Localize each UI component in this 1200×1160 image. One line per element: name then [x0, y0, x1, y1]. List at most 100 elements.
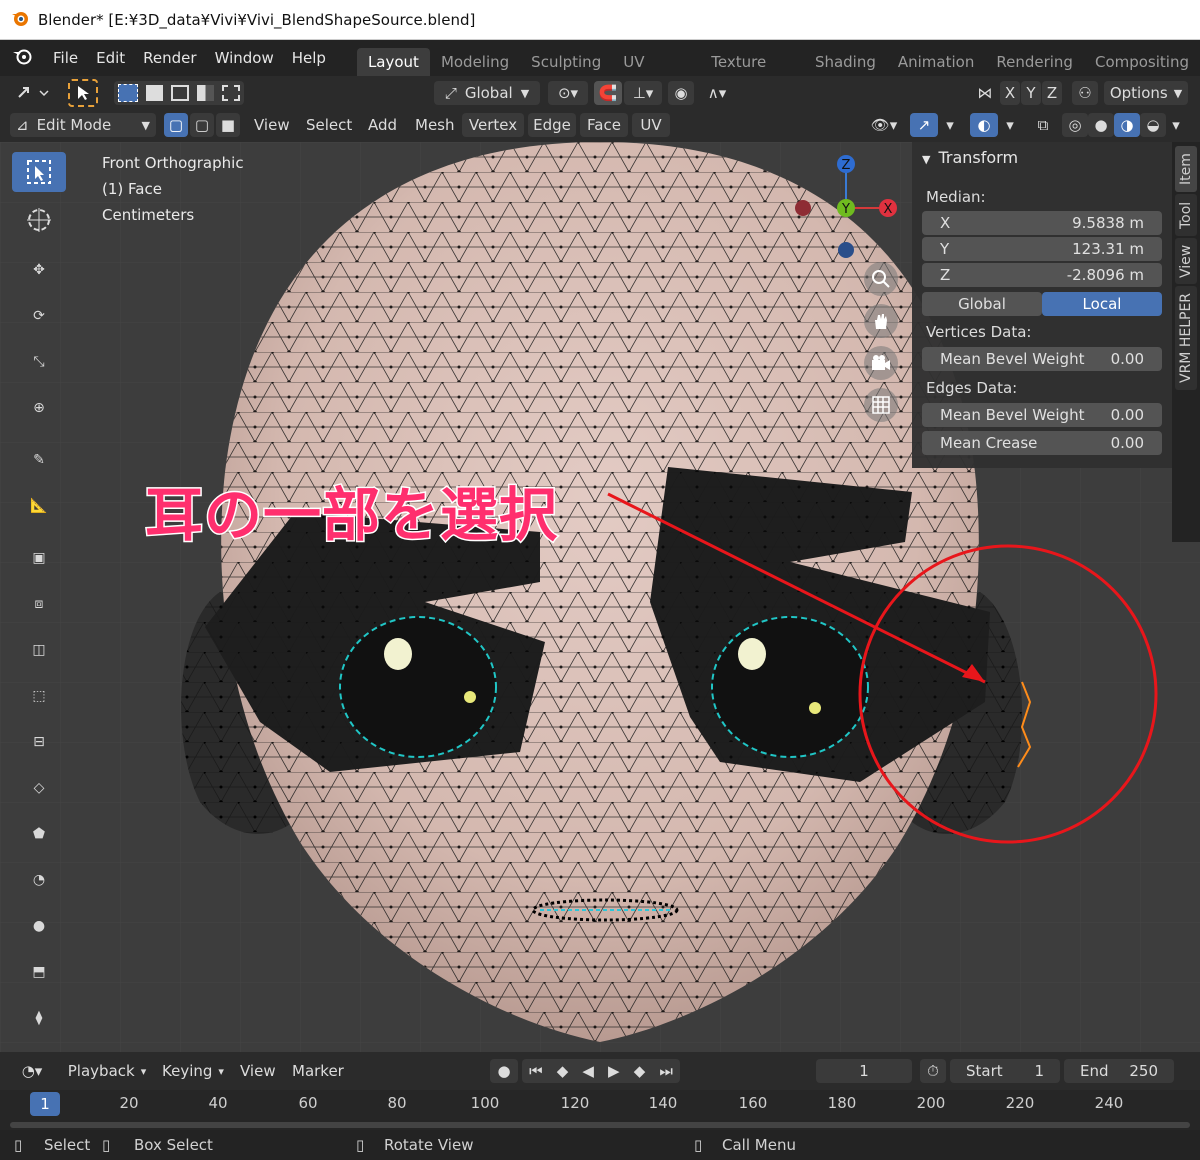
menu-vertex[interactable]: Vertex	[462, 113, 524, 137]
scale-tool-icon[interactable]: ⤡	[12, 342, 66, 382]
shrink-fatten-tool-icon[interactable]: ⬒	[12, 952, 66, 992]
proportional-edit-icon[interactable]: ◉	[668, 81, 694, 105]
tab-view[interactable]: View	[1175, 238, 1197, 284]
tab-compositing[interactable]: Compositing	[1084, 48, 1200, 76]
current-frame-field[interactable]: 1	[816, 1059, 912, 1083]
rotate-tool-icon[interactable]: ⟳	[12, 296, 66, 336]
gizmo-toggle-icon[interactable]: ↗	[910, 113, 938, 137]
menu-edit[interactable]: Edit	[87, 49, 134, 67]
select-invert-icon[interactable]	[196, 85, 215, 101]
zoom-icon[interactable]	[864, 262, 898, 296]
loop-cut-tool-icon[interactable]: ⊟	[12, 722, 66, 762]
timeline-marker-menu[interactable]: Marker	[292, 1059, 344, 1083]
mirror-icon[interactable]: ⋈	[972, 81, 998, 105]
tab-vrm-helper[interactable]: VRM HELPER	[1175, 286, 1197, 390]
knife-tool-icon[interactable]: ◇	[12, 768, 66, 808]
edge-bevel-weight-field[interactable]: Mean Bevel Weight 0.00	[922, 403, 1162, 427]
playback-menu[interactable]: Playback ▾	[62, 1059, 152, 1083]
tab-item[interactable]: Item	[1175, 146, 1197, 192]
tab-layout[interactable]: Layout	[356, 48, 430, 76]
falloff-icon[interactable]: ∧▾	[698, 81, 736, 105]
add-cube-tool-icon[interactable]: ▣	[12, 538, 66, 578]
pan-hand-icon[interactable]	[864, 304, 898, 338]
spin-tool-icon[interactable]: ◔	[12, 860, 66, 900]
vertex-bevel-weight-field[interactable]: Mean Bevel Weight 0.00	[922, 347, 1162, 371]
options-dropdown[interactable]: Options ▼	[1104, 81, 1188, 105]
tab-tool[interactable]: Tool	[1175, 194, 1197, 236]
mode-dropdown[interactable]: ⊿ Edit Mode ▼	[10, 113, 156, 137]
menu-face[interactable]: Face	[580, 113, 628, 137]
timeline-editor-icon[interactable]: ◔▾	[12, 1059, 52, 1083]
select-tool-icon[interactable]	[68, 79, 98, 107]
select-box-tool-icon[interactable]	[12, 152, 66, 192]
playhead-frame[interactable]: 1	[30, 1092, 60, 1116]
solid-shading-icon[interactable]: ●	[1088, 113, 1114, 137]
median-y-field[interactable]: Y 123.31 m	[922, 237, 1162, 261]
panel-header[interactable]: ▼ Transform	[922, 148, 1018, 167]
camera-icon[interactable]	[864, 346, 898, 380]
rendered-shading-icon[interactable]: ◒	[1140, 113, 1166, 137]
keying-menu[interactable]: Keying ▾	[156, 1059, 230, 1083]
extrude-tool-icon[interactable]: ⧈	[12, 584, 66, 624]
chevron-down-icon[interactable]: ▾	[1000, 113, 1020, 137]
chevron-down-icon[interactable]: ▾	[1166, 113, 1186, 137]
axis-x-toggle[interactable]: X	[1000, 81, 1020, 105]
poly-build-tool-icon[interactable]: ⬟	[12, 814, 66, 854]
ortho-grid-icon[interactable]	[864, 388, 898, 422]
measure-tool-icon[interactable]: 📐	[12, 486, 66, 526]
record-icon[interactable]: ●	[490, 1059, 518, 1083]
jump-end-icon[interactable]: ⏭	[659, 1062, 673, 1080]
blender-menu-icon[interactable]	[12, 46, 34, 70]
transform-orientation-dropdown[interactable]: ⤢ Global ▼	[434, 81, 540, 105]
play-reverse-icon[interactable]: ◀	[582, 1062, 594, 1080]
end-frame-field[interactable]: End 250	[1064, 1059, 1174, 1083]
face-select-mode-icon[interactable]: ■	[216, 113, 240, 137]
menu-edge[interactable]: Edge	[528, 113, 576, 137]
cursor-tool-icon[interactable]	[12, 200, 66, 240]
select-subtract-icon[interactable]	[171, 85, 189, 101]
tab-rendering[interactable]: Rendering	[985, 48, 1084, 76]
start-frame-field[interactable]: Start 1	[950, 1059, 1060, 1083]
menu-view[interactable]: View	[254, 113, 290, 137]
edge-select-mode-icon[interactable]: ▢	[190, 113, 214, 137]
axis-y-toggle[interactable]: Y	[1021, 81, 1041, 105]
select-intersect-icon[interactable]	[222, 85, 240, 101]
axis-z-toggle[interactable]: Z	[1042, 81, 1062, 105]
play-icon[interactable]: ▶	[608, 1062, 620, 1080]
shear-tool-icon[interactable]: ⧫	[12, 998, 66, 1038]
tab-texture-paint[interactable]: Texture Paint	[700, 48, 804, 99]
pivot-point-icon[interactable]: ⊙▾	[548, 81, 588, 105]
tab-sculpting[interactable]: Sculpting	[520, 48, 612, 76]
visibility-icon[interactable]: 👁▾	[864, 113, 904, 137]
smooth-tool-icon[interactable]: ●	[12, 906, 66, 946]
select-extend-icon[interactable]	[145, 85, 164, 101]
median-z-field[interactable]: Z -2.8096 m	[922, 263, 1162, 287]
menu-uv[interactable]: UV	[632, 113, 670, 137]
xray-toggle-icon[interactable]: ⧉	[1030, 113, 1056, 137]
median-x-field[interactable]: X 9.5838 m	[922, 211, 1162, 235]
tab-modeling[interactable]: Modeling	[430, 48, 520, 76]
space-global-button[interactable]: Global	[922, 292, 1042, 316]
menu-add[interactable]: Add	[368, 113, 397, 137]
overlays-toggle-icon[interactable]: ◐	[970, 113, 998, 137]
menu-select[interactable]: Select	[306, 113, 352, 137]
timeline-scrollbar[interactable]	[10, 1122, 1190, 1128]
annotate-tool-icon[interactable]: ✎	[12, 440, 66, 480]
transform-tool-icon[interactable]: ⊕	[12, 388, 66, 428]
chevron-down-icon[interactable]: ▾	[940, 113, 960, 137]
tab-animation[interactable]: Animation	[887, 48, 985, 76]
bevel-tool-icon[interactable]: ⬚	[12, 676, 66, 716]
timeline-view-menu[interactable]: View	[240, 1059, 276, 1083]
menu-mesh[interactable]: Mesh	[415, 113, 455, 137]
menu-file[interactable]: File	[44, 49, 87, 67]
edge-crease-field[interactable]: Mean Crease 0.00	[922, 431, 1162, 455]
vertex-select-mode-icon[interactable]: ▢	[164, 113, 188, 137]
move-tool-icon[interactable]: ✥	[12, 250, 66, 290]
snap-target-icon[interactable]: ⊥▾	[624, 81, 662, 105]
jump-start-icon[interactable]: ⏮	[529, 1062, 543, 1080]
prev-keyframe-icon[interactable]: ◆	[557, 1062, 569, 1080]
menu-help[interactable]: Help	[283, 49, 335, 67]
inset-tool-icon[interactable]: ◫	[12, 630, 66, 670]
preview-range-icon[interactable]: ⏱	[920, 1059, 946, 1083]
snap-toggle-icon[interactable]: 🧲	[594, 81, 622, 105]
